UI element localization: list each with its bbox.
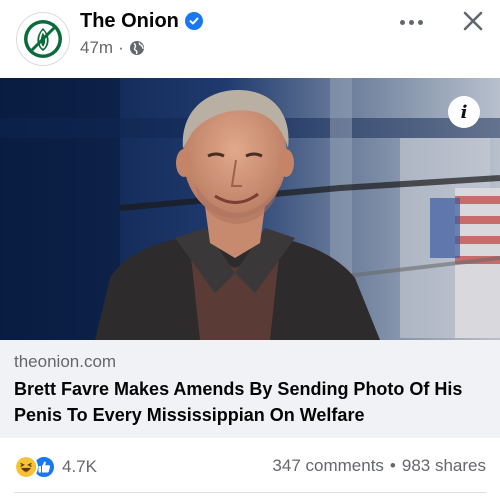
divider xyxy=(14,492,486,493)
post-timestamp[interactable]: 47m xyxy=(80,37,113,59)
onion-logo-icon xyxy=(24,20,62,58)
reactions-summary[interactable]: 4.7K xyxy=(14,455,97,479)
info-button[interactable]: i xyxy=(448,96,480,128)
link-headline[interactable]: Brett Favre Makes Amends By Sending Phot… xyxy=(14,376,490,428)
laughing-emoji-icon xyxy=(14,455,38,479)
meta-separator: · xyxy=(118,38,124,57)
reaction-count[interactable]: 4.7K xyxy=(62,456,97,478)
page-avatar[interactable] xyxy=(16,12,70,66)
verified-badge-icon xyxy=(184,12,203,30)
more-options-button[interactable] xyxy=(394,12,428,32)
engagement-bar: 4.7K 347 comments • 983 shares xyxy=(0,438,500,494)
close-button[interactable] xyxy=(458,6,488,36)
post-meta: 47m · xyxy=(80,37,145,59)
page-name-text[interactable]: The Onion xyxy=(80,8,179,34)
post-header: The Onion 47m · xyxy=(0,0,500,78)
article-image xyxy=(0,78,500,340)
info-icon: i xyxy=(460,101,468,123)
page-name[interactable]: The Onion xyxy=(80,8,203,34)
link-preview[interactable]: theonion.com Brett Favre Makes Amends By… xyxy=(0,340,500,438)
shares-count[interactable]: 983 shares xyxy=(402,455,486,477)
comments-shares: 347 comments • 983 shares xyxy=(272,455,486,477)
close-icon xyxy=(463,11,483,31)
article-photo[interactable] xyxy=(0,78,500,340)
link-domain: theonion.com xyxy=(14,352,117,371)
globe-icon xyxy=(129,41,144,55)
more-options-icon xyxy=(399,19,405,25)
stats-dot: • xyxy=(389,456,396,475)
comments-count[interactable]: 347 comments xyxy=(272,455,384,477)
